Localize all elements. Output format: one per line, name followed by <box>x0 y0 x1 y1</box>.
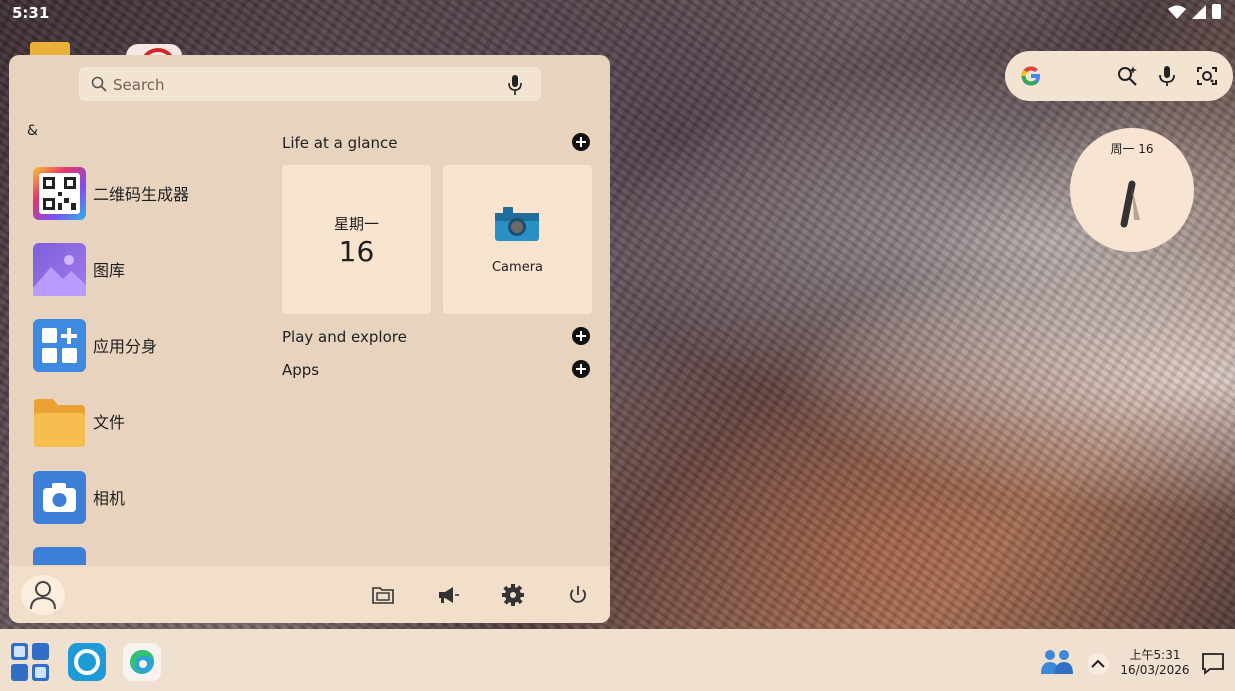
app-item-partial[interactable] <box>33 543 273 565</box>
start-menu-button-icon[interactable] <box>10 642 50 682</box>
app-label: 图库 <box>93 261 126 280</box>
app-label: 文件 <box>93 413 126 432</box>
gallery-icon <box>33 242 86 296</box>
status-icons <box>1168 4 1221 19</box>
start-menu: Search & 二维码生成器 图库 应用分身 文件 相机 Life at a … <box>9 55 610 623</box>
app-item-files[interactable]: 文件 <box>33 391 273 451</box>
app-clone-icon <box>33 318 86 372</box>
settings-gear-icon[interactable] <box>501 583 525 607</box>
battery-icon <box>1212 4 1221 19</box>
app-label: 相机 <box>93 489 126 508</box>
clock-date: 周一 16 <box>1110 142 1154 156</box>
app-item-app-clone[interactable]: 应用分身 <box>33 315 273 375</box>
add-icon[interactable] <box>572 327 590 345</box>
letter-header[interactable]: & <box>27 123 38 139</box>
app-item-gallery[interactable]: 图库 <box>33 239 273 299</box>
megaphone-icon[interactable] <box>436 583 460 607</box>
section-life-at-a-glance: Life at a glance <box>282 134 398 152</box>
search-placeholder: Search <box>113 76 165 94</box>
app-item-qr-generator[interactable]: 二维码生成器 <box>33 163 273 223</box>
add-icon[interactable] <box>572 360 590 378</box>
mic-icon[interactable] <box>505 74 525 96</box>
start-menu-footer <box>9 566 610 623</box>
user-icon <box>30 581 56 610</box>
taskbar-clock[interactable]: 上午5:31 16/03/2026 <box>1112 648 1198 678</box>
app-label: 应用分身 <box>93 337 158 356</box>
calendar-tile[interactable]: 星期一 16 <box>282 165 431 314</box>
add-icon[interactable] <box>572 133 590 151</box>
status-bar: 5:31 <box>0 0 1235 26</box>
notification-icon[interactable] <box>1201 651 1225 675</box>
avatar[interactable] <box>21 575 65 615</box>
mic-icon[interactable] <box>1155 64 1179 88</box>
taskbar-date: 16/03/2026 <box>1120 663 1190 677</box>
taskbar-time: 上午5:31 <box>1129 648 1181 662</box>
taskbar: 上午5:31 16/03/2026 <box>0 629 1235 691</box>
google-search-widget[interactable] <box>1005 51 1233 101</box>
camera-tile[interactable]: Camera <box>443 165 592 314</box>
wifi-icon <box>1168 5 1186 19</box>
clock-widget[interactable]: 周一 16 <box>1067 125 1197 255</box>
power-icon[interactable] <box>566 583 590 607</box>
edge-browser-icon[interactable] <box>122 642 162 682</box>
calendar-weekday: 星期一 <box>333 215 379 233</box>
search-icon <box>91 76 107 92</box>
app-list: 二维码生成器 图库 应用分身 文件 相机 <box>33 163 273 565</box>
camera-tile-label: Camera <box>491 260 544 275</box>
search-input[interactable]: Search <box>79 67 541 101</box>
status-time: 5:31 <box>12 4 50 22</box>
lens-camera-icon[interactable] <box>1195 64 1219 88</box>
search-sparkle-icon[interactable] <box>1115 64 1139 88</box>
chevron-up-icon[interactable] <box>1087 653 1109 675</box>
people-icon[interactable] <box>1040 647 1074 675</box>
section-play-and-explore: Play and explore <box>282 328 407 346</box>
google-logo-icon <box>1021 66 1040 86</box>
camera-icon <box>33 546 86 565</box>
file-manager-icon[interactable] <box>371 583 395 607</box>
signal-icon <box>1192 4 1206 19</box>
camera-icon <box>33 470 86 524</box>
calendar-day: 16 <box>338 235 375 268</box>
folder-icon <box>33 395 86 448</box>
app-item-camera[interactable]: 相机 <box>33 467 273 527</box>
clock-hands-icon <box>1120 180 1140 228</box>
camera-icon <box>495 207 539 241</box>
app-ring-icon[interactable] <box>67 642 107 682</box>
section-apps: Apps <box>282 361 320 379</box>
qr-code-icon <box>33 166 86 220</box>
app-label: 二维码生成器 <box>93 185 190 204</box>
